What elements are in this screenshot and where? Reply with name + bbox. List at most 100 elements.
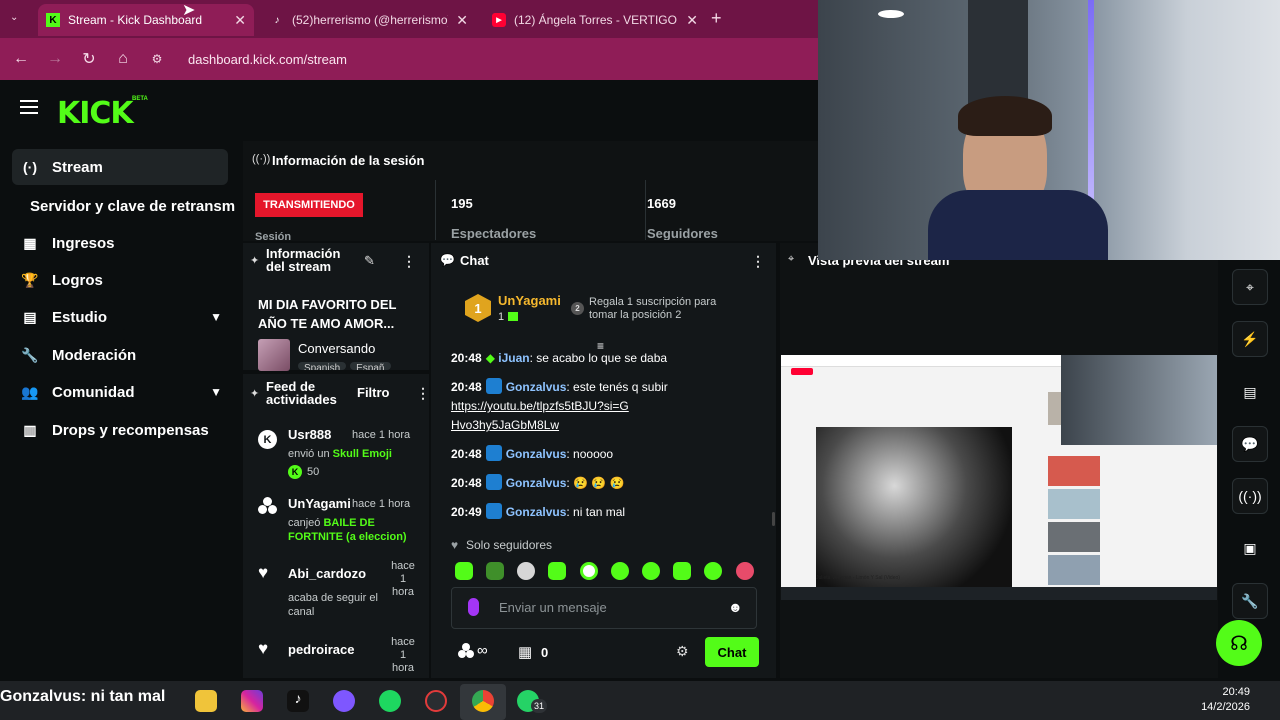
viewers-label: Espectadores	[451, 226, 537, 240]
file-explorer-icon[interactable]	[195, 690, 217, 712]
more-options-icon[interactable]: ⋮	[402, 253, 416, 270]
tiktok-icon[interactable]: ♪	[287, 690, 309, 712]
emote-icon[interactable]	[517, 562, 535, 580]
tab-kick-dashboard[interactable]: K Stream - Kick Dashboard ✕	[38, 4, 254, 36]
sidebar-item-logros[interactable]: 🏆 Logros	[12, 262, 228, 298]
back-arrow-icon[interactable]: ←	[4, 50, 38, 68]
filter-button[interactable]: Filtro	[357, 385, 390, 400]
sidebar-item-ingresos[interactable]: ▦ Ingresos	[12, 225, 228, 261]
gift-count: 1	[498, 311, 505, 323]
send-chat-button[interactable]: Chat	[705, 637, 759, 667]
sidebar-item-stream[interactable]: (·) Stream	[12, 149, 228, 185]
kicks-gift-icon: K	[258, 430, 277, 449]
sidebar-item-estudio[interactable]: ▤ Estudio ▼	[12, 299, 228, 335]
more-options-icon[interactable]: ⋮	[416, 385, 430, 402]
stream-preview-video[interactable]: Julieta Venegas - Limón Y Sal (Video)	[781, 355, 1217, 600]
tab-tiktok[interactable]: ♪ (52)herrerismo (@herrerismo) | ✕	[262, 4, 476, 36]
chat-message: 20:48 Gonzalvus: este tenés q subir https…	[451, 378, 771, 435]
pin-icon: ✦	[250, 388, 260, 400]
tag-chip[interactable]: Spanish	[298, 362, 347, 370]
chat-scrollbar[interactable]	[772, 512, 775, 526]
edit-pencil-icon[interactable]: ✎	[364, 253, 375, 269]
session-label: Sesión	[255, 231, 292, 241]
gift-leader-username[interactable]: UnYagami	[498, 293, 561, 308]
toolbar-lightning-icon[interactable]: ⚡	[1232, 321, 1268, 357]
obs-icon[interactable]	[425, 690, 447, 712]
support-headset-icon[interactable]: ☊	[1216, 620, 1262, 666]
studio-icon: ▤	[23, 308, 37, 325]
site-settings-icon[interactable]: ⚙	[140, 52, 174, 66]
close-tab-icon[interactable]: ✕	[234, 12, 246, 29]
chat-text: : nooooo	[566, 447, 614, 461]
chat-username[interactable]: Gonzalvus	[506, 505, 567, 519]
store-icon[interactable]: ▦	[518, 643, 532, 661]
close-tab-icon[interactable]: ✕	[456, 12, 468, 29]
system-clock[interactable]: 20:49 14/2/2026	[1201, 685, 1250, 715]
url-field[interactable]: dashboard.kick.com/stream	[188, 52, 347, 67]
more-options-icon[interactable]: ⋮	[751, 253, 765, 270]
chrome-icon[interactable]	[472, 690, 494, 712]
trophy-icon: 🏆	[21, 271, 39, 288]
chat-username[interactable]: Gonzalvus	[506, 476, 567, 490]
money-icon: ▦	[23, 234, 37, 251]
reload-icon[interactable]: ↻	[72, 49, 106, 69]
chat-settings-gear-icon[interactable]: ⚙	[676, 643, 689, 660]
discord-icon[interactable]	[333, 690, 355, 712]
feed-username[interactable]: pedroirace	[288, 642, 354, 657]
feed-username[interactable]: Usr888	[288, 427, 331, 442]
toolbar-chat-icon[interactable]: 💬	[1232, 426, 1268, 462]
heart-icon: ♥	[451, 538, 459, 552]
feed-username[interactable]: UnYagami	[288, 496, 351, 511]
spotify-icon[interactable]	[379, 690, 401, 712]
hamburger-menu-icon[interactable]	[20, 100, 38, 116]
forward-arrow-icon[interactable]: →	[38, 50, 72, 68]
feed-username[interactable]: Abi_cardozo	[288, 566, 366, 581]
stream-info-title: Información del stream	[266, 246, 341, 274]
category-name: Conversando	[298, 341, 376, 356]
close-tab-icon[interactable]: ✕	[686, 12, 698, 29]
chevron-down-icon[interactable]: ▼	[210, 310, 222, 324]
tag-chip[interactable]: Españ	[350, 362, 391, 370]
preview-icon: ⌖	[788, 253, 795, 265]
emote-icon[interactable]	[673, 562, 691, 580]
emote-icon[interactable]	[736, 562, 754, 580]
feed-amount: 50	[307, 466, 320, 478]
sidebar-item-drops[interactable]: ▥ Drops y recompensas	[12, 412, 228, 448]
feed-time: hace 1 hora	[352, 498, 411, 510]
toolbar-preview-icon[interactable]: ⌖	[1232, 269, 1268, 305]
tab-list-chevron-icon[interactable]: ⌄	[10, 12, 18, 23]
toolbar-broadcast-icon[interactable]: ((·))	[1232, 478, 1268, 514]
sidebar-item-comunidad[interactable]: 👥 Comunidad ▼	[12, 374, 228, 410]
toolbar-layout-icon[interactable]: ▣	[1232, 530, 1268, 566]
chat-link[interactable]: https://youtu.be/tlpzfs5tBJU?si=GHvo3hy5…	[451, 397, 631, 435]
chat-message: 20:48 Gonzalvus: nooooo	[451, 445, 771, 464]
instagram-icon[interactable]	[241, 690, 263, 712]
emote-icon[interactable]	[611, 562, 629, 580]
toolbar-wrench-icon[interactable]: 🔧	[1232, 583, 1268, 619]
feed-title: Feed de actividades	[266, 379, 337, 407]
chat-username[interactable]: Gonzalvus	[506, 380, 567, 394]
sidebar-item-server-key[interactable]: Servidor y clave de retransm	[22, 188, 238, 224]
tab-youtube[interactable]: ▶ (12) Ángela Torres - VERTIGO (O ✕	[484, 4, 706, 36]
channel-points-icon[interactable]	[458, 643, 474, 659]
sidebar-item-moderacion[interactable]: 🔧 Moderación	[12, 337, 228, 373]
youtube-favicon-icon: ▶	[492, 13, 506, 27]
feed-description: canjeó BAILE DE FORTNITE (a eleccion)	[288, 517, 407, 543]
emoji-picker-icon[interactable]: ☻	[728, 599, 743, 615]
emote-icon[interactable]	[548, 562, 566, 580]
emote-icon[interactable]	[580, 562, 598, 580]
chat-username[interactable]: Gonzalvus	[506, 447, 567, 461]
chevron-down-icon[interactable]: ▼	[210, 385, 222, 399]
kick-logo[interactable]: KICK	[57, 96, 134, 131]
emote-icon[interactable]	[486, 562, 504, 580]
emote-icon[interactable]	[455, 562, 473, 580]
gift-leaderboard-cta[interactable]: Regala 1 suscripción para tomar la posic…	[589, 296, 739, 322]
new-tab-button[interactable]: +	[711, 8, 722, 29]
microphone-icon[interactable]	[468, 598, 479, 616]
chat-username[interactable]: iJuan	[498, 351, 529, 365]
emote-icon[interactable]	[704, 562, 722, 580]
home-icon[interactable]: ⌂	[106, 50, 140, 68]
toolbar-notes-icon[interactable]: ▤	[1232, 374, 1268, 410]
emote-icon[interactable]	[642, 562, 660, 580]
followers-label: Seguidores	[647, 226, 718, 240]
